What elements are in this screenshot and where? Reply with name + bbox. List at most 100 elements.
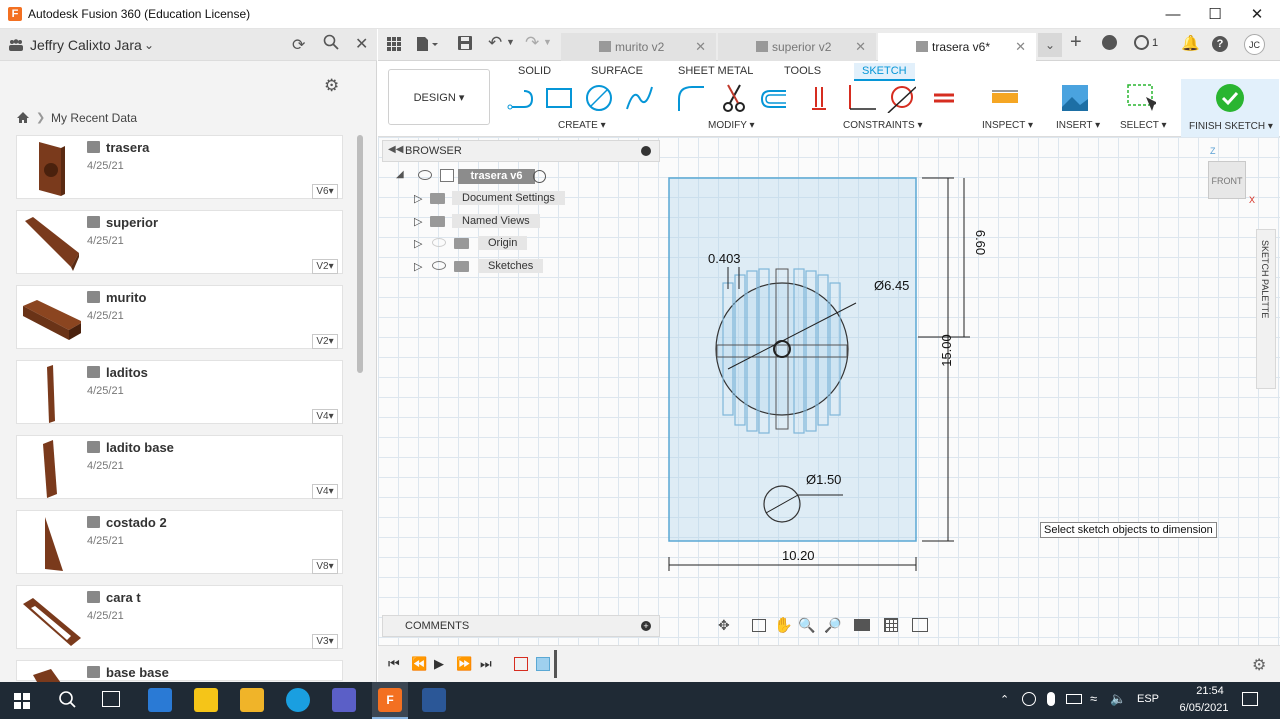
insert-menu[interactable]: INSERT ▾ <box>1056 120 1100 131</box>
grid-settings-icon[interactable] <box>884 618 898 632</box>
word-app-icon[interactable] <box>422 688 446 712</box>
meet-now-icon[interactable] <box>1022 692 1036 706</box>
tab-sheet-metal[interactable]: SHEET METAL <box>678 63 753 81</box>
select-window-icon[interactable] <box>1126 83 1156 113</box>
tab-superior[interactable]: superior v2 ✕ <box>718 33 876 61</box>
design-card[interactable]: superior 4/25/21 V2▾ <box>16 210 343 274</box>
line-tool-icon[interactable] <box>506 83 536 113</box>
timeline-sketch-feature-icon[interactable] <box>514 657 528 671</box>
coincident-constraint-icon[interactable] <box>808 83 838 113</box>
measure-ruler-icon[interactable] <box>990 83 1020 113</box>
tab-surface[interactable]: SURFACE <box>591 63 643 81</box>
fusion-taskbar-item[interactable]: F <box>372 682 408 719</box>
tab-trasera[interactable]: trasera v6* ✕ <box>878 33 1036 61</box>
close-tab-icon[interactable]: ✕ <box>1015 39 1026 55</box>
timeline-settings-gear-icon[interactable]: ⚙ <box>1252 655 1266 675</box>
design-card[interactable]: base base <box>16 660 343 689</box>
display-settings-icon[interactable] <box>854 619 870 631</box>
version-dropdown[interactable]: V6▾ <box>312 184 338 199</box>
timeline-play-icon[interactable]: ▶ <box>434 656 444 672</box>
undo-dropdown-icon[interactable]: ▼ <box>506 37 515 47</box>
dimension-height[interactable]: 15.00 <box>939 334 954 367</box>
dimension-large-diameter[interactable]: Ø6.45 <box>874 278 909 293</box>
fillet-tool-icon[interactable] <box>676 83 706 113</box>
clock-date[interactable]: 6/05/2021 <box>1172 702 1236 714</box>
viewcube[interactable]: FRONT <box>1208 161 1246 199</box>
maximize-button[interactable]: ☐ <box>1194 0 1236 29</box>
look-at-icon[interactable] <box>752 619 766 632</box>
user-name-dropdown[interactable]: Jeffry Calixto Jara <box>30 37 142 53</box>
version-dropdown[interactable]: V3▾ <box>312 634 338 649</box>
close-tab-icon[interactable]: ✕ <box>855 39 866 55</box>
sticky-notes-icon[interactable] <box>194 688 218 712</box>
design-card[interactable]: costado 2 4/25/21 V8▾ <box>16 510 343 574</box>
version-dropdown[interactable]: V2▾ <box>312 259 338 274</box>
comments-panel-header[interactable]: COMMENTS + <box>382 615 660 637</box>
search-icon[interactable] <box>323 34 339 53</box>
add-comment-icon[interactable]: + <box>641 621 651 631</box>
timeline-active-feature-icon[interactable] <box>536 657 550 671</box>
design-card[interactable]: cara t 4/25/21 V3▾ <box>16 585 343 649</box>
rectangle-tool-icon[interactable] <box>544 83 574 113</box>
version-dropdown[interactable]: V4▾ <box>312 409 338 424</box>
wifi-icon[interactable]: ≈ <box>1090 691 1097 706</box>
dimension-slot-width[interactable]: 0.403 <box>708 251 741 266</box>
volume-icon[interactable]: 🔈 <box>1110 691 1126 707</box>
close-window-button[interactable]: ✕ <box>1236 0 1278 29</box>
version-dropdown[interactable]: V2▾ <box>312 334 338 349</box>
notification-center-icon[interactable] <box>1242 692 1258 706</box>
select-menu[interactable]: SELECT ▾ <box>1120 120 1167 131</box>
user-avatar[interactable]: JC <box>1244 34 1265 55</box>
file-explorer-icon[interactable] <box>240 688 264 712</box>
edge-browser-icon[interactable] <box>286 688 310 712</box>
timeline-next-icon[interactable]: ⏩ <box>456 656 472 672</box>
zoom-icon[interactable]: 🔍 <box>798 617 815 634</box>
microphone-icon[interactable] <box>1047 692 1055 706</box>
perpendicular-constraint-icon[interactable] <box>846 83 876 113</box>
data-panel-scrollbar[interactable] <box>357 135 363 373</box>
job-status-icon[interactable] <box>1134 35 1149 50</box>
modify-menu[interactable]: MODIFY ▾ <box>708 120 755 131</box>
spline-tool-icon[interactable] <box>624 83 654 113</box>
design-card[interactable]: murito 4/25/21 V2▾ <box>16 285 343 349</box>
new-tab-plus-icon[interactable]: + <box>1070 31 1082 54</box>
version-dropdown[interactable]: V8▾ <box>312 559 338 574</box>
tab-tools[interactable]: TOOLS <box>784 63 821 81</box>
sketch-drawing[interactable] <box>378 137 1280 645</box>
timeline-marker[interactable] <box>554 650 557 678</box>
design-card[interactable]: trasera 4/25/21 V6▾ <box>16 135 343 199</box>
tangent-constraint-icon[interactable] <box>886 83 916 113</box>
search-icon[interactable] <box>58 690 76 711</box>
dimension-width[interactable]: 10.20 <box>782 548 815 563</box>
chevron-down-icon[interactable]: ⌄ <box>144 38 154 52</box>
timeline-end-icon[interactable]: ⏭ <box>480 656 492 672</box>
constraints-menu[interactable]: CONSTRAINTS ▾ <box>843 120 922 131</box>
teams-app-icon[interactable] <box>332 688 356 712</box>
tab-solid[interactable]: SOLID <box>518 63 551 81</box>
help-icon[interactable]: ? <box>1212 36 1228 52</box>
circle-tool-icon[interactable] <box>584 83 614 113</box>
finish-sketch-button[interactable]: FINISH SKETCH ▾ <box>1181 79 1279 137</box>
undo-icon[interactable]: ↶ <box>488 33 502 53</box>
redo-dropdown-icon[interactable]: ▼ <box>543 37 552 47</box>
extensions-icon[interactable] <box>1102 35 1117 50</box>
dimension-partial-height[interactable]: 6.60 <box>973 230 988 255</box>
insert-image-icon[interactable] <box>1060 83 1090 113</box>
save-icon[interactable] <box>458 36 472 53</box>
notifications-bell-icon[interactable]: 🔔 <box>1181 34 1200 52</box>
tab-sketch[interactable]: SKETCH <box>854 63 915 81</box>
design-canvas[interactable]: ◀◀ BROWSER ◢ trasera v6 ▷⚙Document Setti… <box>378 137 1280 645</box>
design-card[interactable]: ladito base 4/25/21 V4▾ <box>16 435 343 499</box>
close-tab-icon[interactable]: ✕ <box>695 39 706 55</box>
breadcrumb[interactable]: My Recent Data <box>51 111 137 125</box>
pan-hand-icon[interactable]: ✋ <box>774 616 793 634</box>
inspect-menu[interactable]: INSPECT ▾ <box>982 120 1033 131</box>
language-indicator[interactable]: ESP <box>1137 693 1159 705</box>
fit-icon[interactable]: 🔎 <box>824 617 841 634</box>
timeline-prev-icon[interactable]: ⏪ <box>411 656 427 672</box>
close-panel-icon[interactable]: ✕ <box>355 34 368 54</box>
version-dropdown[interactable]: V4▾ <box>312 484 338 499</box>
refresh-icon[interactable]: ⟳ <box>292 35 305 55</box>
create-menu[interactable]: CREATE ▾ <box>558 120 606 131</box>
timeline-start-icon[interactable]: ⏮ <box>388 656 400 672</box>
